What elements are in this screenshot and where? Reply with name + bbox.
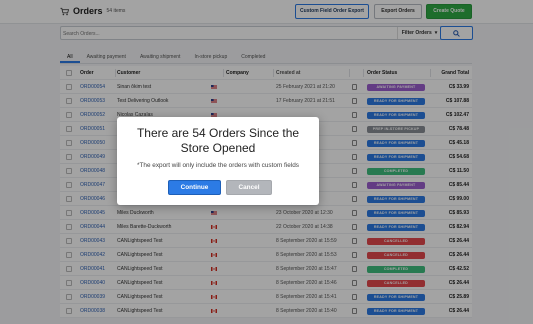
- cancel-button[interactable]: Cancel: [226, 180, 272, 195]
- export-confirm-dialog: There are 54 Orders Since the Store Open…: [117, 117, 319, 205]
- continue-button[interactable]: Continue: [168, 180, 221, 195]
- dialog-note: *The export will only include the orders…: [137, 162, 299, 169]
- dialog-title: There are 54 Orders Since the Store Open…: [136, 126, 300, 155]
